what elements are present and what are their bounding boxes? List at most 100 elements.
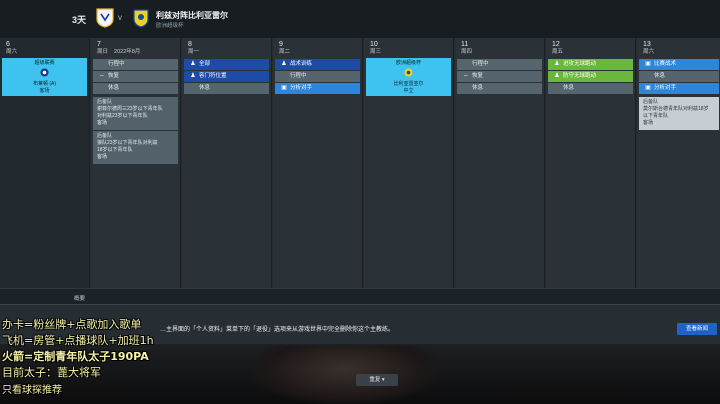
day-column-7[interactable]: 7 周日 2022年8月 行程中 ⇔ 恢复 休息 后备队 谢菲尔德周三23岁以下青年… [91, 38, 181, 288]
day-column-12[interactable]: 12 周五 ♟ 进攻无球跑动 ♟ 防守无球跑动 休息 [546, 38, 636, 288]
day-header: 10 周三 [364, 38, 453, 58]
day-column-13[interactable]: 13 周六 ▣ 比赛战术 休息 ▣ 分析对手 后备队 莫尔斯台德青年队对利兹18岁 … [637, 38, 720, 288]
page-selector[interactable]: 重复 ▾ [356, 374, 398, 386]
home-crest-icon [96, 8, 114, 28]
recovery-icon: ⇔ [463, 73, 469, 79]
day-column-11[interactable]: 11 周四 行程中 ⇔ 恢复 休息 [455, 38, 545, 288]
match-competition: 欧洲超级杯 [395, 60, 421, 66]
day-date: 9 [279, 41, 283, 48]
chevron-down-icon: ▾ [381, 377, 385, 383]
analysis-icon: ▣ [645, 85, 651, 91]
session-defensive-movement[interactable]: ♟ 防守无球跑动 [548, 71, 633, 82]
day-weekday: 周日 [97, 49, 109, 55]
session-label: 战术训练 [290, 61, 313, 67]
day-weekday: 周四 [461, 49, 473, 55]
youth-match-line: 18岁以下青年队 [97, 147, 133, 153]
day-date: 13 [643, 41, 651, 48]
session-label: 行程中 [472, 61, 489, 67]
youth-match-venue: 客场 [643, 120, 654, 126]
stream-overlay-line: 只看球探推荐 [2, 385, 62, 396]
match-card[interactable]: 欧洲超级杯 比利亚雷亚尔 中立 [366, 58, 451, 96]
session-rest[interactable]: 休息 [93, 83, 178, 94]
day-weekday: 周二 [279, 49, 291, 55]
day-header: 13 周六 [637, 38, 720, 58]
session-rest[interactable]: 休息 [457, 83, 542, 94]
day-date: 6 [6, 41, 10, 48]
days-left-label: 3天 [72, 15, 87, 25]
youth-match-card[interactable]: 后备队 莫尔斯台德青年队对利兹18岁 以下青年队 客场 [639, 97, 719, 130]
match-venue: 中立 [403, 88, 414, 94]
match-opponent: 比利亚雷亚尔 [393, 81, 424, 87]
session-attacking-movement[interactable]: ♟ 进攻无球跑动 [548, 59, 633, 70]
session-position[interactable]: ♟ 容门符位置 [184, 71, 269, 82]
session-rest[interactable]: 休息 [639, 71, 719, 82]
day-header: 11 周四 [455, 38, 544, 58]
session-label: 容门符位置 [199, 73, 227, 79]
day-header: 8 周一 [182, 38, 271, 58]
session-label: 分析对手 [654, 85, 677, 91]
match-title[interactable]: 利兹对阵比利亚雷尔 [156, 10, 228, 21]
session-label: 休息 [199, 85, 211, 91]
session-match-tactics[interactable]: ▣ 比赛战术 [639, 59, 719, 70]
session-general[interactable]: ♟ 全部 [184, 59, 269, 70]
schedule-calendar: 6 周六 超级联赛 布莱顿 (A) 客场 7 周日 2022年8月 行程中 ⇔ 恢复… [0, 38, 720, 305]
session-label: 休息 [563, 85, 575, 91]
person-icon: ♟ [281, 61, 287, 67]
youth-match-head: 后备队 [97, 99, 113, 105]
person-icon: ♟ [190, 73, 196, 79]
day-weekday: 周一 [188, 49, 200, 55]
opponent-crest-icon [404, 68, 413, 77]
overview-label: 概要 [74, 296, 86, 302]
day-date: 12 [552, 41, 560, 48]
stream-overlay-line: 火箭=定制青年队太子190PA [2, 350, 149, 363]
session-rest[interactable]: 休息 [184, 83, 269, 94]
day-date: 8 [188, 41, 192, 48]
youth-match-line: 对利兹23岁以下青年队 [97, 113, 148, 119]
analysis-icon: ▣ [645, 61, 651, 67]
session-recovery[interactable]: ⇔ 恢复 [93, 71, 178, 82]
away-crest-icon [133, 9, 149, 28]
youth-match-card[interactable]: 后备队 谢菲尔德周三23岁以下青年队 对利兹23岁以下青年队 客场 [93, 97, 178, 130]
session-recovery[interactable]: ⇔ 恢复 [457, 71, 542, 82]
youth-match-line: 莫尔斯台德青年队对利兹18岁 [643, 106, 709, 112]
match-subtitle: 欧洲超级杯 [156, 23, 184, 29]
opponent-crest-icon [40, 68, 49, 77]
day-header: 9 周二 [273, 38, 362, 58]
session-analysis[interactable]: ▣ 分析对手 [639, 83, 719, 94]
day-weekday: 周五 [552, 49, 564, 55]
session-travel[interactable]: 行程中 [93, 59, 178, 70]
session-label: 分析对手 [290, 85, 313, 91]
session-label: 恢复 [108, 73, 120, 79]
session-label: 休息 [108, 85, 120, 91]
session-label: 全部 [199, 61, 211, 67]
match-opponent: 布莱顿 (A) [32, 81, 57, 87]
session-label: 行程中 [290, 73, 307, 79]
session-rest[interactable]: 休息 [548, 83, 633, 94]
analysis-icon: ▣ [281, 85, 287, 91]
session-travel[interactable]: 行程中 [457, 59, 542, 70]
session-travel[interactable]: 行程中 [275, 71, 360, 82]
session-label: 休息 [472, 85, 484, 91]
day-column-10[interactable]: 10 周三 欧洲超级杯 比利亚雷亚尔 中立 [364, 38, 454, 288]
session-tactics[interactable]: ♟ 战术训练 [275, 59, 360, 70]
youth-match-line: 狼队23岁以下青年队对利兹 [97, 140, 158, 146]
session-label: 进攻无球跑动 [563, 61, 597, 67]
day-column-6[interactable]: 6 周六 超级联赛 布莱顿 (A) 客场 [0, 38, 90, 288]
stream-overlay-line: 办卡=粉丝牌+点歌加入歌单 [2, 318, 142, 331]
day-column-8[interactable]: 8 周一 ♟ 全部 ♟ 容门符位置 休息 [182, 38, 272, 288]
youth-match-venue: 客场 [97, 120, 108, 126]
overview-strip: 概要 [0, 288, 720, 305]
match-card[interactable]: 超级联赛 布莱顿 (A) 客场 [2, 58, 87, 96]
session-label: 休息 [654, 73, 666, 79]
session-analysis[interactable]: ▣ 分析对手 [275, 83, 360, 94]
recovery-icon: ⇔ [99, 73, 105, 79]
notice-text: …主界面的「个人资料」菜单下的「退役」选项来从游戏世界中完全删除你这个主教练。 [160, 327, 395, 333]
view-news-button[interactable]: 查看新闻 [677, 323, 717, 335]
youth-match-card[interactable]: 后备队 狼队23岁以下青年队对利兹 18岁以下青年队 客场 [93, 131, 178, 164]
day-weekday: 周三 [370, 49, 382, 55]
day-column-9[interactable]: 9 周二 ♟ 战术训练 行程中 ▣ 分析对手 [273, 38, 363, 288]
person-icon: ♟ [554, 61, 560, 67]
stream-overlay-line: 飞机=房管+点播球队+加班1h [2, 334, 154, 347]
youth-match-line: 谢菲尔德周三23岁以下青年队 [97, 106, 163, 112]
month-label: 2022年8月 [114, 49, 141, 55]
